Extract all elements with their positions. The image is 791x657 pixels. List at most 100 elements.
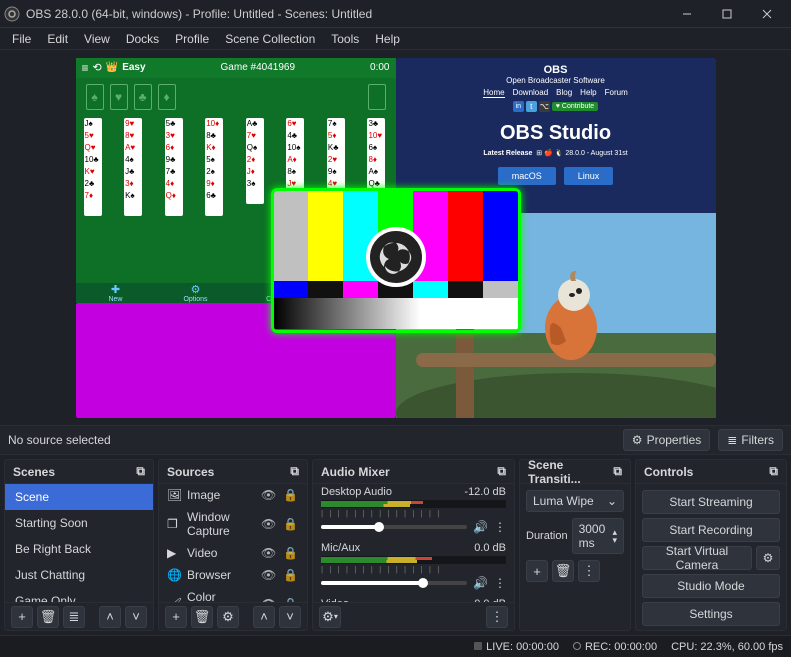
popout-icon[interactable]: ⧉: [136, 464, 145, 479]
scene-item[interactable]: Scene: [5, 484, 153, 510]
preview-area[interactable]: ≡⟲ 👑Easy Game #4041969 0:00 ♠ ♥ ♣ ♦ J♠5♥…: [0, 50, 791, 425]
minimize-button[interactable]: [667, 0, 707, 28]
kebab-icon[interactable]: ⋮: [494, 576, 506, 590]
lock-toggle[interactable]: 🔒: [283, 517, 299, 531]
cpu-status: CPU: 22.3%, 60.00 fps: [671, 641, 783, 653]
duration-input[interactable]: 3000 ms▴▾: [572, 518, 624, 554]
settings-button[interactable]: Settings: [642, 602, 780, 626]
start-streaming-button[interactable]: Start Streaming: [642, 490, 780, 514]
live-status: LIVE: 00:00:00: [474, 641, 559, 653]
docks-row: Scenes⧉ Scene Starting Soon Be Right Bac…: [0, 455, 791, 635]
close-button[interactable]: [747, 0, 787, 28]
visibility-toggle[interactable]: 👁: [261, 517, 277, 531]
menu-scene-collection[interactable]: Scene Collection: [217, 30, 323, 48]
visibility-toggle[interactable]: 👁: [261, 488, 277, 502]
mixer-channel: Mic/Aux0.0 dB | | | | | | | | | | | | | …: [313, 540, 514, 596]
visibility-toggle[interactable]: 👁: [261, 546, 277, 560]
rec-status: REC: 00:00:00: [573, 641, 657, 653]
visibility-toggle[interactable]: 👁: [261, 568, 277, 582]
audio-meter: [321, 500, 506, 508]
transition-properties-button[interactable]: ⋮: [578, 560, 600, 582]
obs-logo-icon: [366, 227, 426, 287]
source-move-up-button[interactable]: ˄: [253, 606, 275, 628]
filters-button[interactable]: ≣Filters: [718, 429, 783, 451]
popout-icon[interactable]: ⧉: [769, 464, 778, 479]
add-source-button[interactable]: +: [165, 606, 187, 628]
gear-icon: ⚙: [632, 433, 643, 447]
menu-profile[interactable]: Profile: [167, 30, 217, 48]
chevron-down-icon: ⌄: [607, 494, 617, 508]
lock-toggle[interactable]: 🔒: [283, 597, 299, 602]
preview-source-image: [271, 188, 521, 333]
audio-mixer-dock: Audio Mixer ⧉ Desktop Audio-12.0 dB | | |…: [312, 459, 515, 631]
mixer-channel: Desktop Audio-12.0 dB | | | | | | | | | …: [313, 484, 514, 540]
obs-app-icon: [4, 6, 20, 22]
transitions-title: Scene Transiti...: [528, 459, 613, 486]
speaker-icon[interactable]: 🔊: [473, 576, 488, 590]
controls-title: Controls: [644, 465, 693, 479]
popout-icon[interactable]: ⧉: [290, 464, 299, 479]
scene-item[interactable]: Just Chatting: [5, 562, 153, 588]
sources-list: 🖼Image👁🔒 ❐Window Capture👁🔒 ▶Video👁🔒 🌐Bro…: [159, 484, 307, 602]
controls-dock: Controls ⧉ Start Streaming Start Recordin…: [635, 459, 787, 631]
lock-toggle[interactable]: 🔒: [283, 568, 299, 582]
status-bar: LIVE: 00:00:00 REC: 00:00:00 CPU: 22.3%,…: [0, 635, 791, 657]
properties-button[interactable]: ⚙Properties: [623, 429, 710, 451]
menu-view[interactable]: View: [76, 30, 118, 48]
scenes-dock: Scenes⧉ Scene Starting Soon Be Right Bac…: [4, 459, 154, 631]
source-context-bar: No source selected ⚙Properties ≣Filters: [0, 425, 791, 455]
sources-dock: Sources⧉ 🖼Image👁🔒 ❐Window Capture👁🔒 ▶Vid…: [158, 459, 308, 631]
scene-item[interactable]: Game Only: [5, 588, 153, 602]
scene-filters-button[interactable]: ≣: [63, 606, 85, 628]
scene-item[interactable]: Be Right Back: [5, 536, 153, 562]
source-item[interactable]: 🌐Browser👁🔒: [159, 564, 307, 586]
add-scene-button[interactable]: +: [11, 606, 33, 628]
source-item[interactable]: ❐Window Capture👁🔒: [159, 506, 307, 542]
menu-edit[interactable]: Edit: [39, 30, 76, 48]
source-item[interactable]: 🖌Color Source👁🔒: [159, 586, 307, 602]
preview-canvas: ≡⟲ 👑Easy Game #4041969 0:00 ♠ ♥ ♣ ♦ J♠5♥…: [76, 58, 716, 418]
studio-mode-button[interactable]: Studio Mode: [642, 574, 780, 598]
scene-move-down-button[interactable]: ˅: [125, 606, 147, 628]
source-move-down-button[interactable]: ˅: [279, 606, 301, 628]
menu-docks[interactable]: Docks: [118, 30, 167, 48]
filters-icon: ≣: [727, 433, 737, 447]
maximize-button[interactable]: [707, 0, 747, 28]
menu-help[interactable]: Help: [367, 30, 408, 48]
lock-toggle[interactable]: 🔒: [283, 546, 299, 560]
scene-item[interactable]: Starting Soon: [5, 510, 153, 536]
start-recording-button[interactable]: Start Recording: [642, 518, 780, 542]
scene-move-up-button[interactable]: ˄: [99, 606, 121, 628]
volume-slider[interactable]: [321, 525, 467, 529]
source-item[interactable]: 🖼Image👁🔒: [159, 484, 307, 506]
menubar: File Edit View Docks Profile Scene Colle…: [0, 28, 791, 50]
lock-toggle[interactable]: 🔒: [283, 488, 299, 502]
remove-source-button[interactable]: 🗑: [191, 606, 213, 628]
titlebar: OBS 28.0.0 (64-bit, windows) - Profile: …: [0, 0, 791, 28]
kebab-icon[interactable]: ⋮: [486, 606, 508, 628]
start-virtual-camera-button[interactable]: Start Virtual Camera: [642, 546, 752, 570]
popout-icon[interactable]: ⧉: [613, 464, 622, 479]
volume-slider[interactable]: [321, 581, 467, 585]
sources-title: Sources: [167, 465, 214, 479]
mixer-settings-button[interactable]: ⚙▾: [319, 606, 341, 628]
kebab-icon[interactable]: ⋮: [494, 520, 506, 534]
scenes-list: Scene Starting Soon Be Right Back Just C…: [5, 484, 153, 602]
image-icon: 🖼: [167, 488, 181, 502]
speaker-icon[interactable]: 🔊: [473, 520, 488, 534]
menu-file[interactable]: File: [4, 30, 39, 48]
remove-scene-button[interactable]: 🗑: [37, 606, 59, 628]
globe-icon: 🌐: [167, 568, 181, 582]
transition-select[interactable]: Luma Wipe⌄: [526, 490, 624, 512]
visibility-toggle[interactable]: 👁: [261, 597, 277, 602]
menu-tools[interactable]: Tools: [323, 30, 367, 48]
remove-transition-button[interactable]: 🗑: [552, 560, 574, 582]
add-transition-button[interactable]: +: [526, 560, 548, 582]
popout-icon[interactable]: ⧉: [497, 464, 506, 479]
window-icon: ❐: [167, 517, 181, 531]
mixer-title: Audio Mixer: [321, 465, 390, 479]
transitions-dock: Scene Transiti...⧉ Luma Wipe⌄ Duration 3…: [519, 459, 631, 631]
source-item[interactable]: ▶Video👁🔒: [159, 542, 307, 564]
virtual-camera-settings-button[interactable]: ⚙: [756, 546, 780, 570]
source-properties-button[interactable]: ⚙: [217, 606, 239, 628]
